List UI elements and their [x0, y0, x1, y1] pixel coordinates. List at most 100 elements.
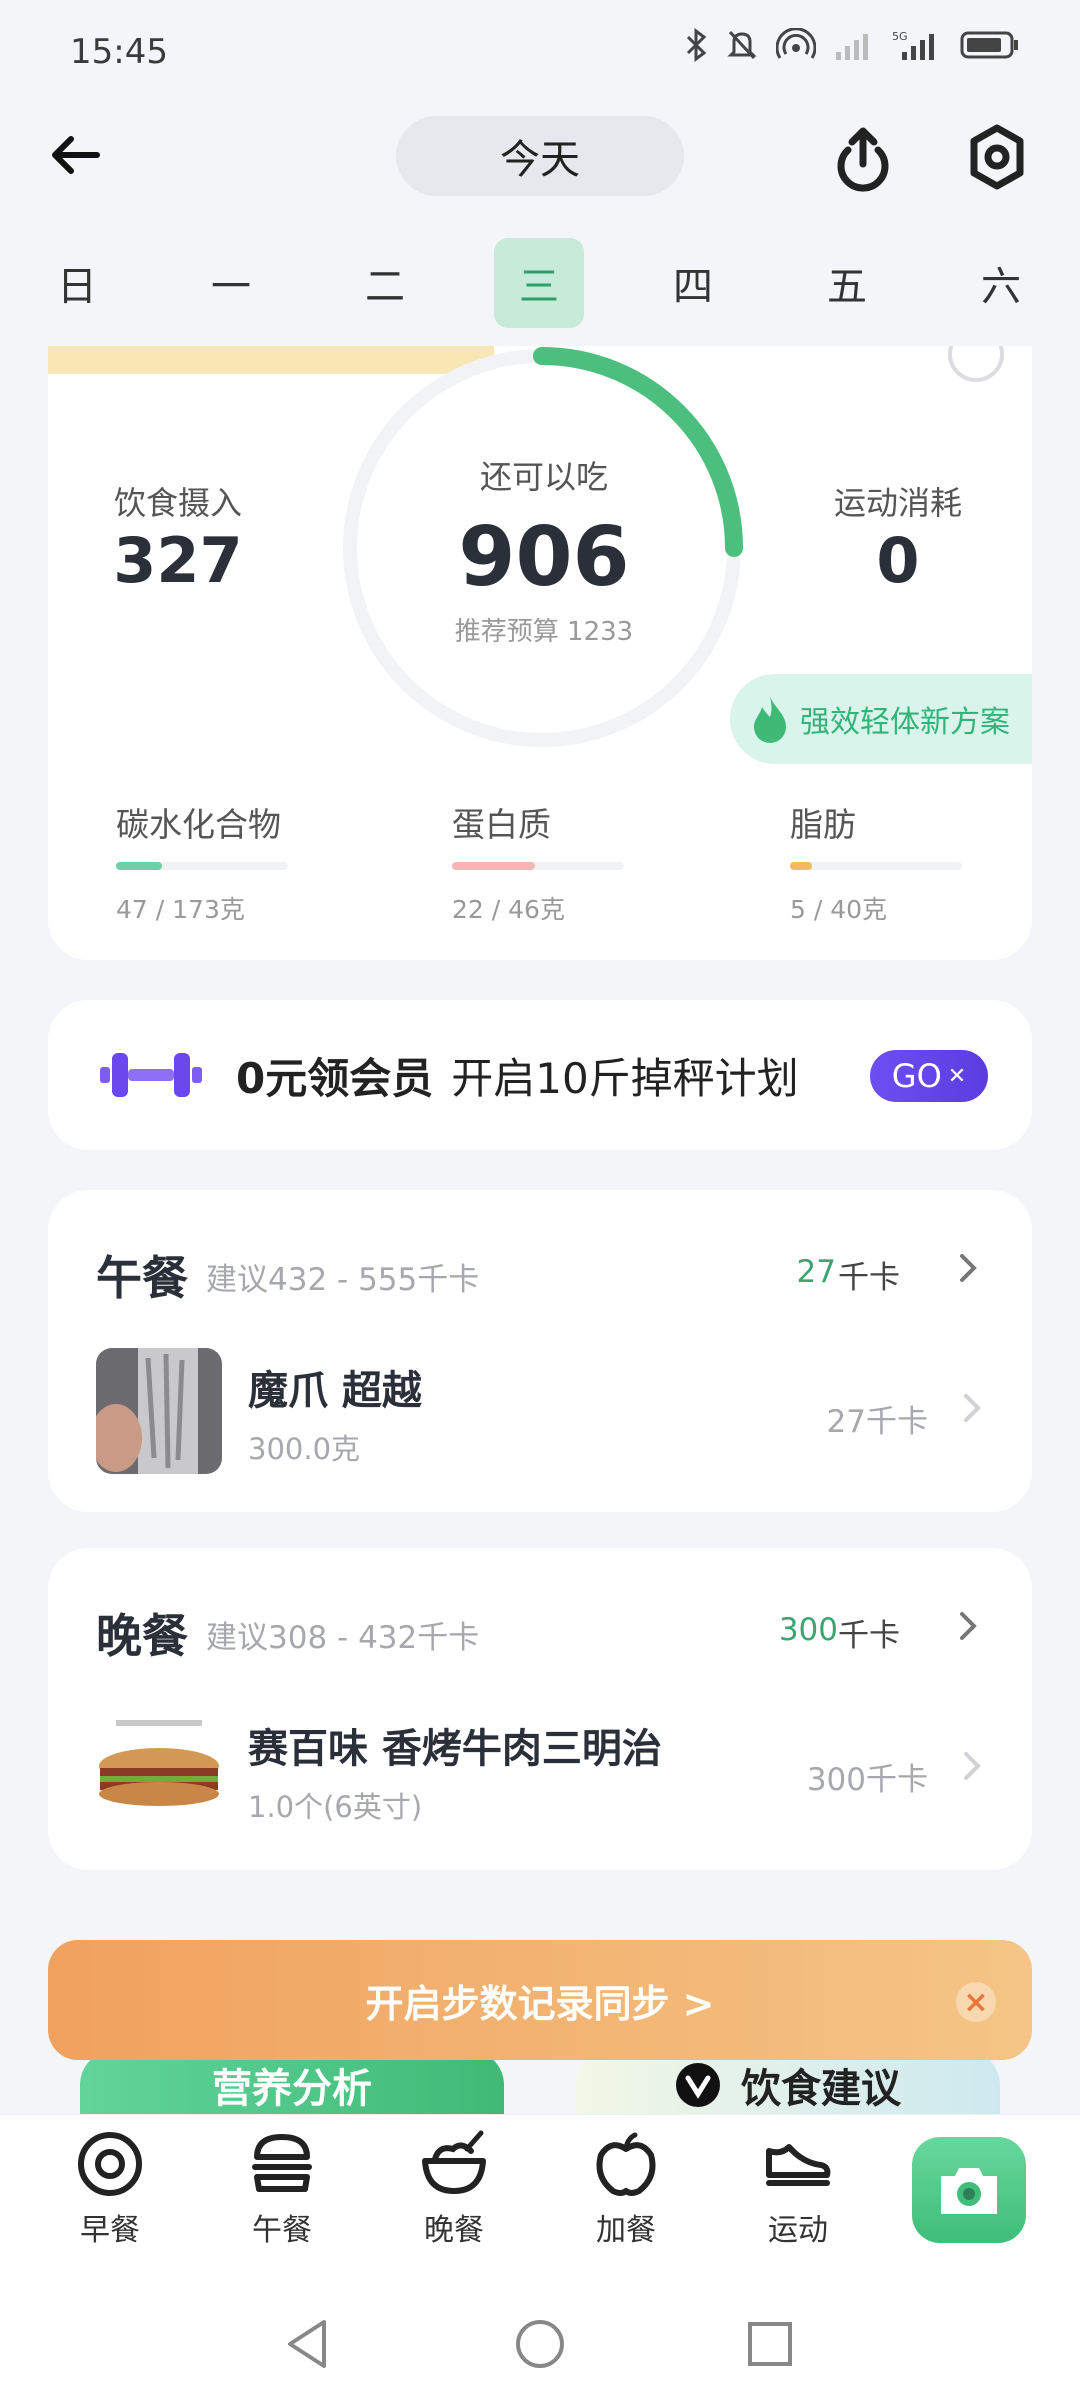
bluetooth-icon — [686, 28, 707, 62]
signal-icon — [836, 34, 868, 60]
chevron-right-icon[interactable] — [954, 1390, 990, 1426]
dumbbell-icon — [100, 1053, 202, 1097]
step-sync-banner[interactable]: 开启步数记录同步 > × — [48, 1940, 1032, 2060]
nav-lunch-label: 午餐 — [252, 2213, 312, 2248]
day-tab-sun[interactable]: 日 — [32, 238, 122, 328]
macro-protein-bar — [452, 862, 624, 870]
macro-carbs-name: 碳水化合物 — [116, 805, 281, 844]
nutrition-analysis-button[interactable]: 营养分析 — [80, 2050, 504, 2120]
macro-fat-fill — [790, 862, 812, 870]
macro-protein-value: 22 / 46克 — [452, 895, 565, 924]
nav-recents-icon[interactable] — [742, 2316, 798, 2372]
apple-icon — [596, 2132, 656, 2196]
lunch-card[interactable]: 午餐 建议432 - 555千卡 27 千卡 魔爪 超越 300.0克 27千卡 — [48, 1190, 1032, 1512]
dinner-food-kcal: 300千卡 — [806, 1762, 928, 1798]
lunch-kcal-unit: 千卡 — [838, 1260, 900, 1296]
bottom-nav: 早餐 午餐 晚餐 加餐 运动 — [0, 2114, 1080, 2288]
dinner-kcal-unit: 千卡 — [838, 1618, 900, 1654]
nav-dinner[interactable]: 晚餐 — [394, 2129, 514, 2249]
breakfast-icon — [78, 2132, 142, 2196]
nutrition-analysis-label: 营养分析 — [212, 2066, 372, 2112]
macro-carbs: 碳水化合物 47 / 173克 — [116, 798, 316, 926]
nav-snack[interactable]: 加餐 — [566, 2129, 686, 2249]
nav-home-icon[interactable] — [512, 2316, 568, 2372]
day-tab-tue[interactable]: 二 — [340, 238, 430, 328]
remain-value: 906 — [458, 510, 630, 605]
day-tab-thu[interactable]: 四 — [648, 238, 738, 328]
camera-icon — [941, 2168, 997, 2214]
camera-button[interactable] — [912, 2137, 1026, 2243]
svg-text:5G: 5G — [892, 30, 908, 43]
signal-5g-icon: 5G — [892, 30, 934, 60]
check-badge-icon — [676, 2063, 720, 2107]
day-tab-sat[interactable]: 六 — [956, 238, 1046, 328]
calorie-summary-card: 饮食摄入 327 还可以吃 906 推荐预算 1233 运动消耗 0 强效轻体新… — [48, 346, 1032, 960]
chevron-right-icon[interactable] — [948, 1248, 988, 1288]
chevron-right-icon[interactable] — [948, 1606, 988, 1646]
dinner-title: 晚餐 — [96, 1609, 188, 1663]
macro-carbs-fill — [116, 862, 163, 870]
close-icon[interactable]: × — [956, 1982, 996, 2022]
burn-value: 0 — [876, 524, 920, 597]
diet-advice-button[interactable]: 饮食建议 — [576, 2050, 1000, 2120]
macro-protein-name: 蛋白质 — [452, 805, 551, 844]
dinner-food-amount: 1.0个(6英寸) — [248, 1790, 423, 1824]
macro-fat: 脂肪 5 / 40克 — [790, 798, 990, 926]
dinner-card[interactable]: 晚餐 建议308 - 432千卡 300 千卡 赛百味 香烤牛肉三明治 1.0个… — [48, 1548, 1032, 1870]
burn-stat: 运动消耗 0 — [818, 478, 978, 597]
food-image-monster — [96, 1348, 222, 1474]
macro-fat-name: 脂肪 — [790, 805, 856, 844]
macro-fat-bar — [790, 862, 962, 870]
promo-title: 0元领会员 — [236, 1053, 434, 1103]
nav-exercise[interactable]: 运动 — [738, 2129, 858, 2249]
step-sync-label: 开启步数记录同步 > — [365, 1981, 715, 2026]
intake-stat: 饮食摄入 327 — [108, 478, 248, 597]
intake-value: 327 — [113, 524, 243, 597]
settings-button[interactable] — [962, 122, 1032, 192]
go-button[interactable]: GO ✕ — [870, 1050, 988, 1102]
week-tabs: 日 一 二 三 四 五 六 — [0, 238, 1080, 338]
chevron-right-icon[interactable] — [954, 1748, 990, 1784]
dinner-food-name: 赛百味 香烤牛肉三明治 — [248, 1726, 662, 1772]
macro-protein-fill — [452, 862, 535, 870]
collapse-icon[interactable] — [948, 346, 1004, 382]
nav-dinner-label: 晚餐 — [424, 2213, 484, 2248]
macro-carbs-value: 47 / 173克 — [116, 895, 245, 924]
remain-stat: 还可以吃 906 推荐预算 1233 — [434, 452, 654, 648]
day-tab-fri[interactable]: 五 — [802, 238, 892, 328]
membership-promo-card[interactable]: 0元领会员 开启10斤掉秤计划 GO ✕ — [48, 1000, 1032, 1150]
nav-snack-label: 加餐 — [596, 2213, 656, 2248]
go-label: GO — [891, 1057, 942, 1095]
status-icons: 5G — [684, 28, 1020, 62]
burn-label: 运动消耗 — [833, 484, 962, 522]
bowl-icon — [422, 2130, 486, 2194]
day-tab-mon[interactable]: 一 — [186, 238, 276, 328]
plan-button[interactable]: 强效轻体新方案 — [730, 674, 1032, 764]
dinner-suggestion: 建议308 - 432千卡 — [206, 1620, 480, 1656]
intake-label: 饮食摄入 — [113, 484, 242, 522]
date-selector[interactable]: 今天 — [396, 116, 684, 196]
flame-icon — [754, 697, 786, 743]
hotspot-icon — [776, 28, 816, 59]
system-nav-bar — [0, 2288, 1080, 2400]
macro-protein: 蛋白质 22 / 46克 — [452, 798, 652, 926]
lunch-title: 午餐 — [96, 1251, 188, 1305]
budget-label: 推荐预算 1233 — [454, 617, 634, 647]
nav-lunch[interactable]: 午餐 — [222, 2129, 342, 2249]
promo-subtitle: 开启10斤掉秤计划 — [451, 1053, 799, 1103]
lunch-food-name: 魔爪 超越 — [248, 1368, 422, 1414]
day-tab-wed[interactable]: 三 — [494, 238, 584, 328]
macro-carbs-bar — [116, 862, 288, 870]
status-time: 15:45 — [70, 32, 168, 72]
macro-fat-value: 5 / 40克 — [790, 895, 888, 924]
share-icon — [837, 127, 889, 192]
battery-icon — [960, 31, 1018, 59]
share-button[interactable] — [828, 122, 898, 192]
back-button[interactable] — [42, 122, 108, 188]
nav-breakfast[interactable]: 早餐 — [50, 2129, 170, 2249]
nav-back-icon[interactable] — [280, 2316, 336, 2372]
lunch-food-amount: 300.0克 — [248, 1432, 361, 1466]
lunch-suggestion: 建议432 - 555千卡 — [206, 1262, 480, 1298]
diet-advice-label: 饮食建议 — [741, 2066, 901, 2112]
shoe-icon — [766, 2144, 831, 2186]
